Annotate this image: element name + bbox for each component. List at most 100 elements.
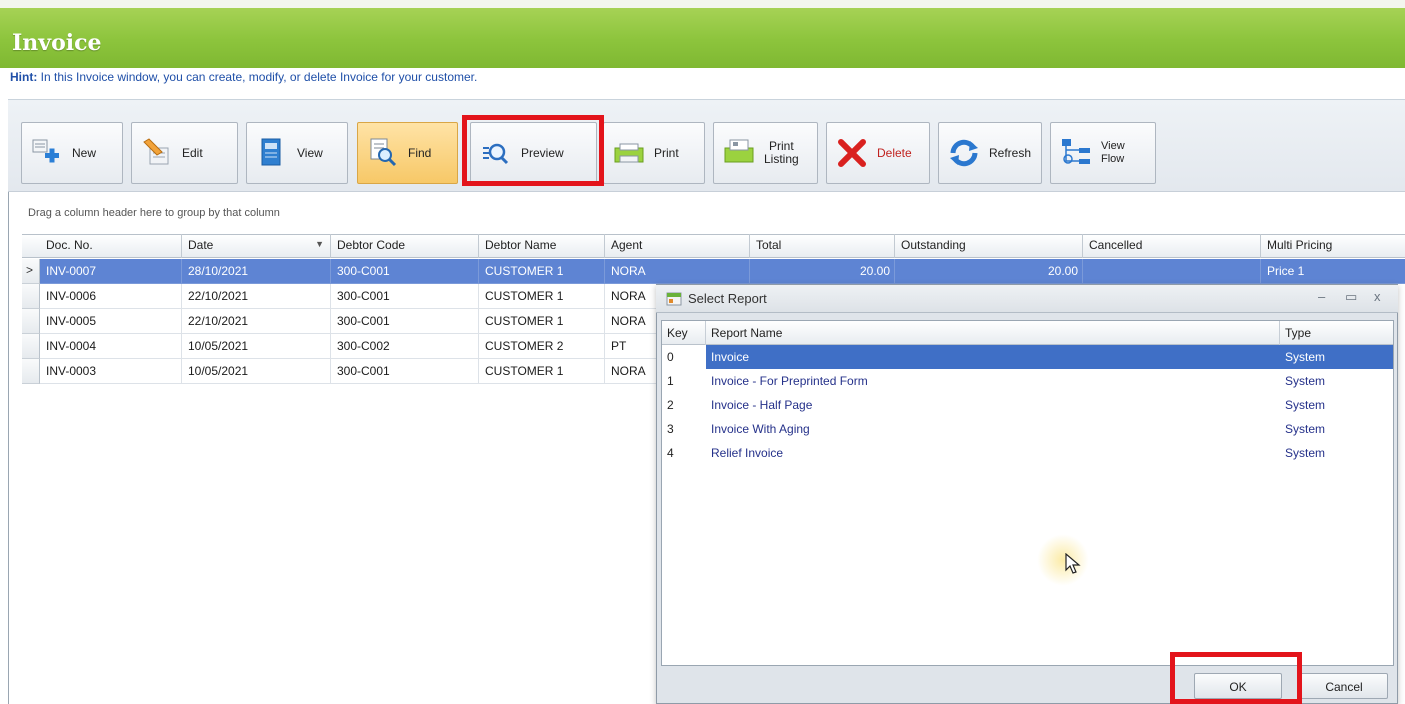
column-header-multi-pricing[interactable]: Multi Pricing xyxy=(1261,234,1405,258)
column-header-date-label: Date xyxy=(188,238,214,252)
row-indicator xyxy=(22,359,40,384)
preview-button[interactable]: Preview xyxy=(470,122,597,184)
column-header-agent[interactable]: Agent xyxy=(605,234,750,258)
cell-date[interactable]: 10/05/2021 xyxy=(182,359,331,384)
delete-button[interactable]: Delete xyxy=(826,122,930,184)
delete-button-label: Delete xyxy=(877,145,912,160)
report-key[interactable]: 4 xyxy=(662,441,706,465)
cell-debtor-code[interactable]: 300-C002 xyxy=(331,334,479,359)
dialog-title-bar[interactable]: Select Report xyxy=(656,285,1398,313)
ok-button[interactable]: OK xyxy=(1194,673,1282,699)
refresh-button-label: Refresh xyxy=(989,145,1032,160)
edit-button[interactable]: Edit xyxy=(131,122,238,184)
report-name[interactable]: Invoice - Half Page xyxy=(706,393,1280,417)
report-key[interactable]: 3 xyxy=(662,417,706,441)
report-name[interactable]: Invoice With Aging xyxy=(706,417,1280,441)
cell-agent[interactable]: NORA xyxy=(605,359,657,384)
find-button[interactable]: Find xyxy=(357,122,458,184)
row-indicator xyxy=(22,284,40,309)
print-listing-icon xyxy=(722,136,756,170)
cell-agent[interactable]: NORA xyxy=(605,309,657,334)
minimize-button[interactable]: – xyxy=(1318,289,1325,304)
red-x-delete-icon xyxy=(835,136,869,170)
print-listing-label-line2: Listing xyxy=(764,152,799,166)
hint-label: Hint: xyxy=(10,70,38,84)
maximize-button[interactable]: ▭ xyxy=(1345,289,1357,305)
hint-bar: Hint: In this Invoice window, you can cr… xyxy=(8,68,1405,100)
cell-doc-no: INV-0007 xyxy=(40,259,182,284)
cell-doc-no[interactable]: INV-0006 xyxy=(40,284,182,309)
cell-date[interactable]: 22/10/2021 xyxy=(182,309,331,334)
column-header-report-name[interactable]: Report Name xyxy=(706,321,1280,345)
cell-doc-no[interactable]: INV-0004 xyxy=(40,334,182,359)
cell-debtor-name[interactable]: CUSTOMER 1 xyxy=(479,284,605,309)
new-button[interactable]: New xyxy=(21,122,123,184)
row-pointer-icon: > xyxy=(26,263,34,277)
report-type: System xyxy=(1285,350,1326,364)
cell-cancelled xyxy=(1083,259,1261,284)
column-header-cancelled[interactable]: Cancelled xyxy=(1083,234,1261,258)
cell-agent[interactable]: NORA xyxy=(605,284,657,309)
find-button-label: Find xyxy=(408,145,432,160)
cell-date[interactable]: 22/10/2021 xyxy=(182,284,331,309)
column-header-date[interactable]: Date ▼ xyxy=(182,234,331,258)
column-header-doc-no[interactable]: Doc. No. xyxy=(40,234,182,258)
cell-debtor-name[interactable]: CUSTOMER 1 xyxy=(479,359,605,384)
report-key[interactable]: 1 xyxy=(662,369,706,393)
cell-debtor-code: 300-C001 xyxy=(331,259,479,284)
cell-debtor-code[interactable]: 300-C001 xyxy=(331,359,479,384)
view-flow-label-line2: Flow xyxy=(1101,153,1125,165)
view-button-label: View xyxy=(297,145,323,160)
report-type[interactable]: System xyxy=(1280,417,1393,441)
flow-diagram-icon xyxy=(1059,136,1093,170)
cell-doc-no[interactable]: INV-0005 xyxy=(40,309,182,334)
dialog-footer xyxy=(657,666,1397,703)
print-button[interactable]: Print xyxy=(603,122,705,184)
group-by-hint: Drag a column header here to group by th… xyxy=(28,207,280,219)
cell-debtor-code[interactable]: 300-C001 xyxy=(331,284,479,309)
print-button-label: Print xyxy=(654,145,679,160)
mouse-pointer-icon xyxy=(1065,552,1081,578)
cell-agent[interactable]: PT xyxy=(605,334,657,359)
view-flow-button[interactable]: View Flow xyxy=(1050,122,1156,184)
view-document-icon xyxy=(255,136,289,170)
cell-date: 28/10/2021 xyxy=(182,259,331,284)
new-button-label: New xyxy=(72,145,97,160)
cell-date[interactable]: 10/05/2021 xyxy=(182,334,331,359)
column-header-debtor-name[interactable]: Debtor Name xyxy=(479,234,605,258)
report-name[interactable]: Relief Invoice xyxy=(706,441,1280,465)
cursor-highlight xyxy=(1037,534,1089,586)
column-header-type[interactable]: Type xyxy=(1280,321,1393,345)
dialog-title: Select Report xyxy=(688,291,767,306)
window-title: Invoice xyxy=(12,30,102,56)
preview-magnifier-icon xyxy=(479,136,513,170)
refresh-button[interactable]: Refresh xyxy=(938,122,1042,184)
print-listing-label-line1: Print xyxy=(769,139,794,153)
column-header-key[interactable]: Key xyxy=(662,321,706,345)
report-type[interactable]: System xyxy=(1280,393,1393,417)
cancel-button[interactable]: Cancel xyxy=(1300,673,1388,699)
printer-icon xyxy=(612,136,646,170)
cell-doc-no[interactable]: INV-0003 xyxy=(40,359,182,384)
new-document-plus-icon xyxy=(30,136,64,170)
report-type[interactable]: System xyxy=(1280,441,1393,465)
hint-text: In this Invoice window, you can create, … xyxy=(40,70,478,84)
find-magnifier-icon xyxy=(366,136,400,170)
cell-debtor-name[interactable]: CUSTOMER 1 xyxy=(479,309,605,334)
preview-button-label: Preview xyxy=(521,145,564,160)
row-indicator: > xyxy=(22,259,40,284)
cell-debtor-name[interactable]: CUSTOMER 2 xyxy=(479,334,605,359)
print-listing-button[interactable]: Print Listing xyxy=(713,122,818,184)
report-name: Invoice xyxy=(711,350,750,364)
close-button[interactable]: x xyxy=(1374,289,1381,304)
column-header-debtor-code[interactable]: Debtor Code xyxy=(331,234,479,258)
cell-debtor-code[interactable]: 300-C001 xyxy=(331,309,479,334)
column-header-total[interactable]: Total xyxy=(750,234,895,258)
cell-agent: NORA xyxy=(605,259,750,284)
report-key[interactable]: 2 xyxy=(662,393,706,417)
report-dialog-icon xyxy=(666,291,682,310)
report-type[interactable]: System xyxy=(1280,369,1393,393)
report-name[interactable]: Invoice - For Preprinted Form xyxy=(706,369,1280,393)
column-header-outstanding[interactable]: Outstanding xyxy=(895,234,1083,258)
view-button[interactable]: View xyxy=(246,122,348,184)
